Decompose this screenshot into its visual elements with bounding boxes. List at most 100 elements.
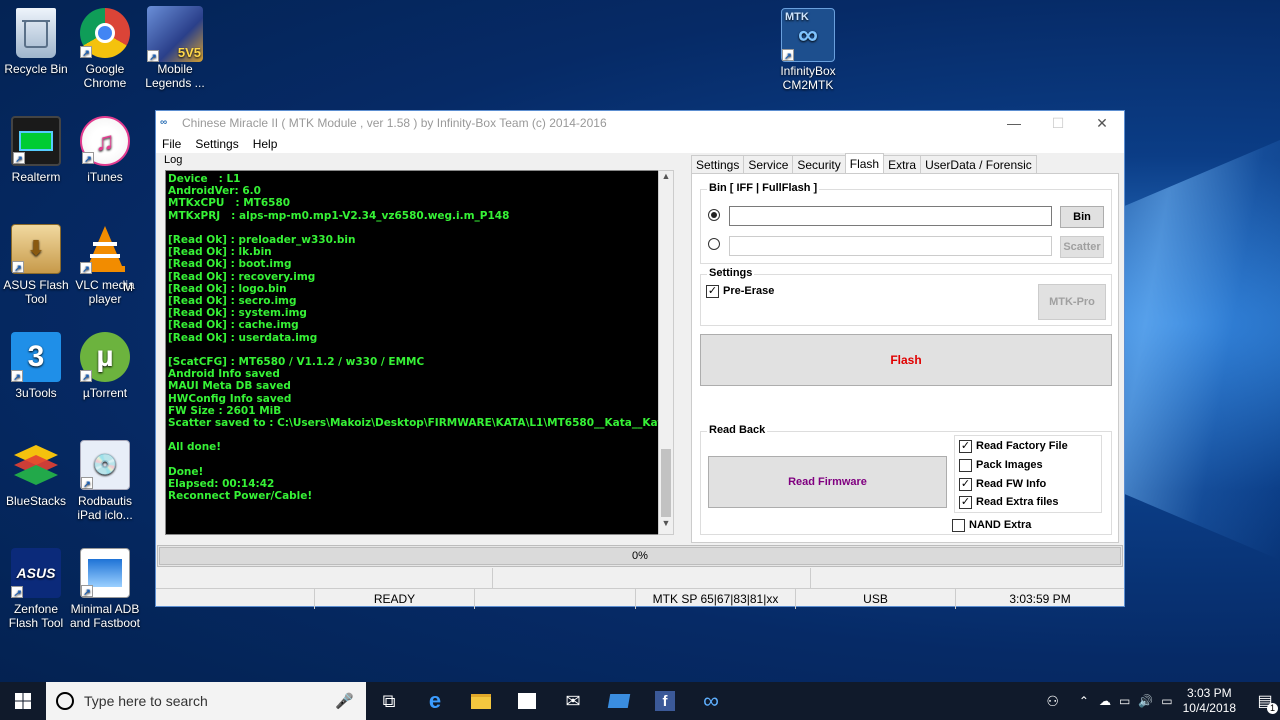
status-bar: READY MTK SP 65|67|83|81|xx USB 3:03:59 …: [156, 588, 1124, 609]
desktop-icon-zenfone-flash-tool[interactable]: ASUS ↗ Zenfone Flash Tool: [0, 548, 72, 630]
rodbautis-icon: 💿 ↗: [80, 440, 130, 490]
pre-erase-checkbox[interactable]: ✓: [706, 285, 719, 298]
mtk-infinity-icon[interactable]: ∞: [688, 682, 734, 720]
log-console[interactable]: Device : L1 AndroidVer: 6.0 MTKxCPU : MT…: [165, 170, 671, 535]
desktop-icon-label: Mobile Legends ...: [145, 62, 205, 90]
status-time: 3:03:59 PM: [1009, 592, 1071, 606]
desktop-icon-asus-flash-tool[interactable]: ⬇ ↗ ASUS Flash Tool: [0, 224, 72, 306]
store-icon[interactable]: [504, 682, 550, 720]
tab-settings[interactable]: Settings: [691, 155, 745, 173]
pre-erase-label: Pre-Erase: [723, 285, 775, 297]
desktop-icon-label: ASUS Flash Tool: [3, 278, 69, 306]
volume-icon[interactable]: 🔊: [1138, 694, 1153, 708]
pack-images-label: Pack Images: [976, 459, 1043, 471]
chevron-up-icon[interactable]: ⌃: [1079, 694, 1089, 708]
mtk-pro-button[interactable]: MTK-Pro: [1038, 284, 1106, 320]
desktop-icon-chrome[interactable]: ↗ Google Chrome: [69, 8, 141, 90]
flash-button[interactable]: Flash: [700, 334, 1112, 386]
read-factory-file-checkbox[interactable]: ✓: [959, 440, 972, 453]
read-extra-files-label: Read Extra files: [976, 496, 1059, 508]
shortcut-arrow-icon: ↗: [81, 477, 93, 489]
minimize-icon[interactable]: —: [992, 115, 1036, 131]
tab-service[interactable]: Service: [743, 155, 794, 173]
desktop-icon-utorrent[interactable]: µ ↗ µTorrent: [69, 332, 141, 400]
system-tray: ⚇ ⌃ ☁ ▭ 🔊 ▭ 3:03 PM 10/4/2018 ▤ 1: [1046, 682, 1280, 720]
cloud-icon[interactable]: ☁: [1099, 694, 1111, 708]
settings-group: Settings ✓ Pre-Erase MTK-Pro: [700, 267, 1112, 326]
taskbar-clock[interactable]: 3:03 PM 10/4/2018: [1183, 686, 1236, 716]
scatter-button[interactable]: Scatter: [1060, 236, 1104, 258]
mobile-legends-icon: 5V5 ↗: [147, 6, 203, 62]
bin-path-input[interactable]: [729, 206, 1052, 226]
menu-help[interactable]: Help: [253, 137, 278, 151]
asus-flash-tool-icon: ⬇ ↗: [11, 224, 61, 274]
close-icon[interactable]: ✕: [1080, 115, 1124, 132]
tab-bar: Settings Service Security Flash Extra Us…: [691, 153, 1037, 173]
itunes-icon: ♫ ↗: [80, 116, 130, 166]
pack-images-checkbox[interactable]: [959, 459, 972, 472]
desktop-icon-label: BlueStacks: [5, 494, 67, 508]
nand-extra-checkbox[interactable]: [952, 519, 965, 532]
file-explorer-icon[interactable]: [458, 682, 504, 720]
desktop-icon-bluestacks[interactable]: BlueStacks: [0, 440, 72, 508]
cortana-icon: [56, 692, 74, 710]
progress-text: 0%: [632, 550, 648, 562]
shortcut-arrow-icon: ↗: [11, 370, 23, 382]
search-placeholder: Type here to search: [84, 693, 208, 709]
desktop-icon-mobile-legends[interactable]: 5V5 ↗ Mobile Legends ...: [139, 6, 211, 90]
people-icon[interactable]: ⚇: [1046, 693, 1059, 710]
desktop-icon-realterm[interactable]: ↗ Realterm: [0, 116, 72, 184]
desktop-icon-infinitybox[interactable]: MTK ∞ ↗ InfinityBox CM2MTK: [772, 8, 844, 92]
tab-security[interactable]: Security: [792, 155, 846, 173]
app-icon[interactable]: [596, 682, 642, 720]
bluestacks-icon: [11, 440, 61, 490]
network-icon[interactable]: ▭: [1119, 694, 1130, 708]
bin-radio[interactable]: [708, 209, 720, 221]
minimal-adb-icon: ↗: [80, 548, 130, 598]
menu-file[interactable]: File: [162, 137, 181, 151]
read-back-group: Read Back Read Firmware ✓ Read Factory F…: [700, 424, 1112, 535]
bin-button[interactable]: Bin: [1060, 206, 1104, 228]
tab-userdata-forensic[interactable]: UserData / Forensic: [920, 155, 1037, 173]
desktop-icon-itunes[interactable]: ♫ ↗ iTunes: [69, 116, 141, 184]
mail-icon[interactable]: ✉: [550, 682, 596, 720]
desktop-icon-rodbautis[interactable]: 💿 ↗ Rodbautis iPad iclo...: [69, 440, 141, 522]
menu-bar: File Settings Help: [156, 135, 1124, 153]
read-firmware-button[interactable]: Read Firmware: [708, 456, 947, 508]
read-extra-files-checkbox[interactable]: ✓: [959, 496, 972, 509]
clock-time: 3:03 PM: [1186, 686, 1232, 700]
read-fw-info-checkbox[interactable]: ✓: [959, 478, 972, 491]
start-button[interactable]: [0, 682, 46, 720]
shortcut-arrow-icon: ↗: [13, 152, 25, 164]
tab-flash[interactable]: Flash: [844, 153, 885, 173]
scatter-radio[interactable]: [708, 238, 720, 250]
scroll-up-icon[interactable]: ▲: [659, 171, 673, 187]
desktop-icon-minimal-adb[interactable]: ↗ Minimal ADB and Fastboot: [69, 548, 141, 630]
desktop-icon-partial[interactable]: M: [118, 280, 138, 294]
scatter-path-input[interactable]: [729, 236, 1052, 256]
menu-settings[interactable]: Settings: [195, 137, 238, 151]
microphone-icon[interactable]: 🎤: [335, 692, 354, 710]
maximize-icon[interactable]: ☐: [1036, 115, 1080, 132]
vlc-icon: ↗: [80, 224, 130, 274]
title-bar[interactable]: ∞ Chinese Miracle II ( MTK Module , ver …: [156, 111, 1124, 135]
desktop-icon-recycle-bin[interactable]: Recycle Bin: [0, 8, 72, 76]
scroll-down-icon[interactable]: ▼: [659, 518, 673, 534]
desktop-icon-label: Minimal ADB and Fastboot: [69, 602, 141, 630]
read-factory-file-label: Read Factory File: [976, 440, 1068, 452]
scroll-thumb[interactable]: [661, 449, 671, 517]
desktop-icon-label: Recycle Bin: [4, 62, 68, 76]
3utools-icon: 3 ↗: [11, 332, 61, 382]
log-scrollbar[interactable]: ▲ ▼: [658, 170, 674, 535]
facebook-icon[interactable]: f: [642, 682, 688, 720]
taskbar-search[interactable]: Type here to search 🎤: [46, 682, 366, 720]
app-window: ∞ Chinese Miracle II ( MTK Module , ver …: [155, 110, 1125, 609]
battery-icon[interactable]: ▭: [1161, 694, 1172, 708]
edge-icon[interactable]: e: [412, 682, 458, 720]
desktop-icon-3utools[interactable]: 3 ↗ 3uTools: [0, 332, 72, 400]
tab-extra[interactable]: Extra: [883, 155, 922, 173]
task-view-icon[interactable]: ⧉: [366, 682, 412, 720]
notification-icon[interactable]: ▤ 1: [1250, 682, 1280, 720]
shortcut-arrow-icon: ↗: [82, 152, 94, 164]
desktop-icon-label: InfinityBox CM2MTK: [780, 64, 836, 92]
